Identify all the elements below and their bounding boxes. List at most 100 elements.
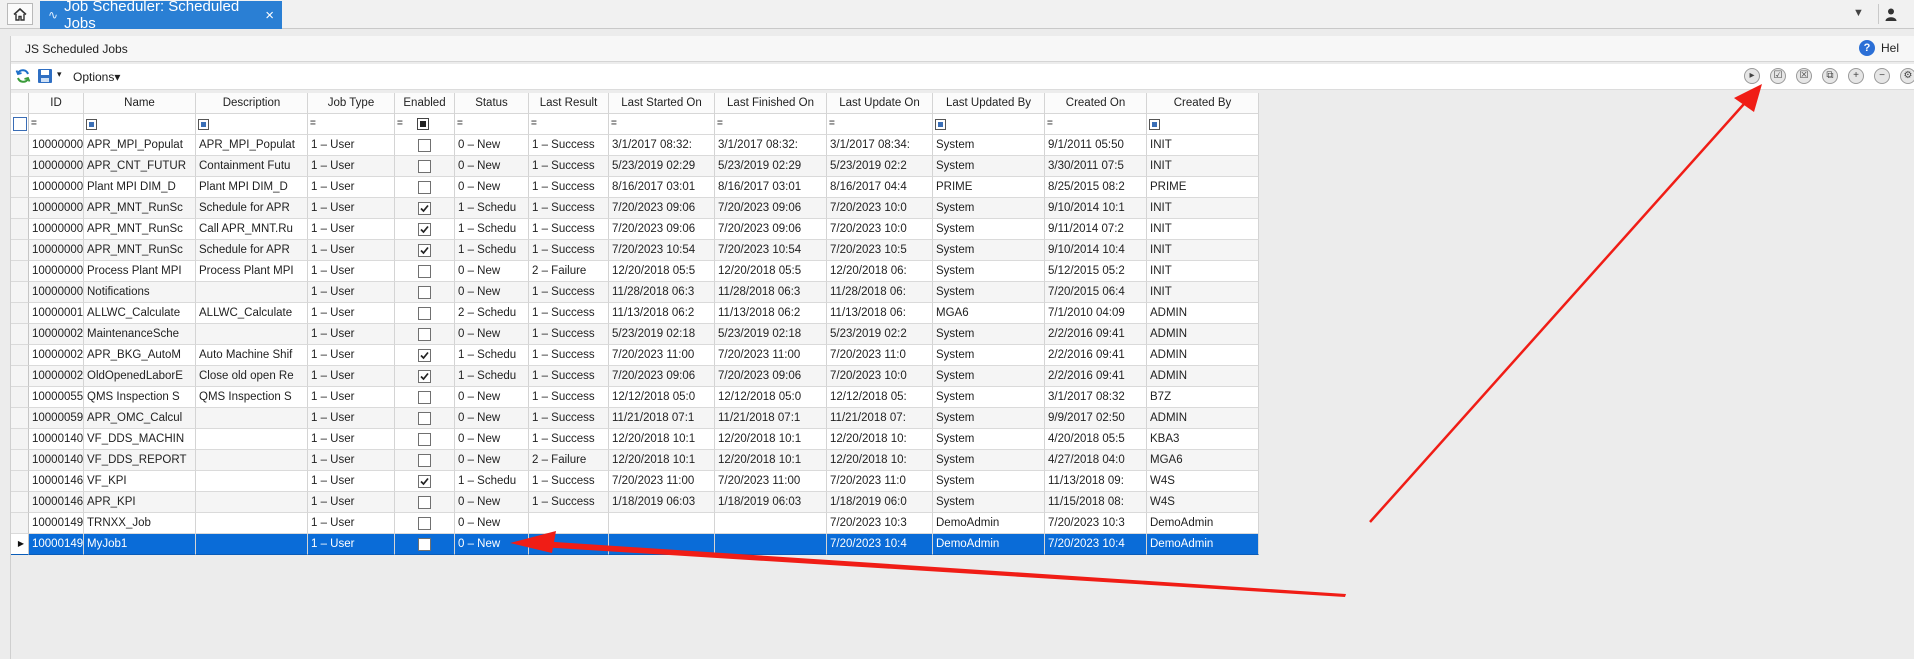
row-indicator[interactable] (11, 282, 29, 303)
table-row[interactable]: 10000000 APR_MPI_Populat APR_MPI_Populat 1 … (11, 135, 1259, 156)
cell-enabled[interactable] (395, 177, 455, 198)
table-row[interactable]: 10000002 MaintenanceSche 1 – User 0 – New 1 … (11, 324, 1259, 345)
save-dropdown-icon[interactable]: ▾ (57, 69, 62, 80)
cell-enabled[interactable] (395, 429, 455, 450)
checkbox-unchecked[interactable] (418, 453, 431, 467)
filter-operator-icon[interactable]: = (31, 114, 37, 134)
checkbox-checked[interactable] (418, 222, 431, 236)
close-icon[interactable]: × (265, 7, 274, 24)
checkbox-checked[interactable] (418, 201, 431, 215)
filter-operator-icon[interactable]: = (611, 114, 617, 134)
cell-enabled[interactable] (395, 534, 455, 555)
cell-enabled[interactable] (395, 240, 455, 261)
filter-status[interactable]: = (455, 114, 529, 135)
table-row[interactable]: 10000000 Notifications 1 – User 0 – New 1 – … (11, 282, 1259, 303)
table-row[interactable]: 10000149 TRNXX_Job 1 – User 0 – New 7/20/202… (11, 513, 1259, 534)
column-header-id[interactable]: ID (29, 93, 84, 114)
filter-operator-icon[interactable]: = (829, 114, 835, 134)
checkbox-unchecked[interactable] (418, 138, 431, 152)
enable-icon[interactable]: ☑ (1770, 68, 1786, 84)
row-indicator[interactable] (11, 240, 29, 261)
row-indicator[interactable] (11, 513, 29, 534)
checkbox-unchecked[interactable] (418, 432, 431, 446)
checkbox-unchecked[interactable] (418, 264, 431, 278)
filter-operator-icon[interactable]: = (717, 114, 723, 134)
checkbox-unchecked[interactable] (418, 537, 431, 551)
filter-lastupdate[interactable]: = (827, 114, 933, 135)
column-header-updatedby[interactable]: Last Updated By (933, 93, 1045, 114)
column-header-createdon[interactable]: Created On (1045, 93, 1147, 114)
checkbox-unchecked[interactable] (418, 306, 431, 320)
cell-enabled[interactable] (395, 492, 455, 513)
home-button[interactable] (7, 3, 33, 25)
row-indicator[interactable] (11, 219, 29, 240)
column-header-laststart[interactable]: Last Started On (609, 93, 715, 114)
table-row[interactable]: 10000146 VF_KPI 1 – User 1 – Schedu 1 – Succ… (11, 471, 1259, 492)
column-header-enabled[interactable]: Enabled (395, 93, 455, 114)
row-indicator[interactable] (11, 366, 29, 387)
column-header-lastresult[interactable]: Last Result (529, 93, 609, 114)
table-row[interactable]: 10000055 QMS Inspection S QMS Inspection S… (11, 387, 1259, 408)
disable-icon[interactable]: ☒ (1796, 68, 1812, 84)
cell-enabled[interactable] (395, 135, 455, 156)
table-row[interactable]: 10000000 APR_MNT_RunSc Schedule for APR 1 –… (11, 240, 1259, 261)
row-indicator[interactable] (11, 135, 29, 156)
cell-enabled[interactable] (395, 156, 455, 177)
checkbox-unchecked[interactable] (418, 390, 431, 404)
table-row[interactable]: 10000001 ALLWC_Calculate ALLWC_Calculate 1 … (11, 303, 1259, 324)
filter-operator-icon[interactable]: = (397, 114, 403, 134)
table-row[interactable]: 10000000 Plant MPI DIM_D Plant MPI DIM_D 1 … (11, 177, 1259, 198)
filter-createdby[interactable] (1147, 114, 1259, 135)
row-indicator[interactable] (11, 303, 29, 324)
options-menu[interactable]: Options▾ (73, 70, 120, 84)
row-indicator[interactable] (11, 324, 29, 345)
filter-operator-icon[interactable] (935, 118, 946, 130)
checkbox-unchecked[interactable] (418, 327, 431, 341)
filter-operator-icon[interactable]: = (531, 114, 537, 134)
column-header-createdby[interactable]: Created By (1147, 93, 1259, 114)
row-indicator[interactable] (11, 177, 29, 198)
row-indicator[interactable] (11, 429, 29, 450)
refresh-icon[interactable] (15, 68, 31, 84)
column-header-lastfinish[interactable]: Last Finished On (715, 93, 827, 114)
add-icon[interactable]: + (1848, 68, 1864, 84)
row-indicator[interactable]: ▶ (11, 534, 29, 555)
table-row[interactable]: 10000000 APR_CNT_FUTUR Containment Futu 1 –… (11, 156, 1259, 177)
table-row[interactable]: 10000000 APR_MNT_RunSc Call APR_MNT.Ru 1 – … (11, 219, 1259, 240)
checkbox-checked[interactable] (418, 474, 431, 488)
user-menu[interactable] (1878, 4, 1914, 24)
row-indicator[interactable] (11, 387, 29, 408)
filter-operator-icon[interactable] (86, 118, 97, 130)
filter-operator-icon[interactable] (198, 118, 209, 130)
filter-id[interactable]: = (29, 114, 84, 135)
tab-job-scheduler[interactable]: ∿ Job Scheduler: Scheduled Jobs × (40, 0, 282, 32)
cell-enabled[interactable] (395, 324, 455, 345)
table-row[interactable]: 10000002 OldOpenedLaborE Close old open Re… (11, 366, 1259, 387)
checkbox-unchecked[interactable] (418, 159, 431, 173)
row-indicator[interactable] (11, 492, 29, 513)
cell-enabled[interactable] (395, 387, 455, 408)
row-indicator[interactable] (11, 345, 29, 366)
copy-icon[interactable]: ⧉ (1822, 68, 1838, 84)
cell-enabled[interactable] (395, 408, 455, 429)
column-header-lastupdate[interactable]: Last Update On (827, 93, 933, 114)
filter-operator-icon[interactable]: = (310, 114, 316, 134)
checkbox-unchecked[interactable] (418, 180, 431, 194)
row-indicator[interactable] (11, 471, 29, 492)
checkbox-unchecked[interactable] (418, 516, 431, 530)
table-row[interactable]: 10000002 APR_BKG_AutoM Auto Machine Shif 1 … (11, 345, 1259, 366)
help-button[interactable]: ? Hel (1859, 40, 1899, 56)
cell-enabled[interactable] (395, 303, 455, 324)
filter-laststart[interactable]: = (609, 114, 715, 135)
column-header-description[interactable]: Description (196, 93, 308, 114)
filter-operator-icon[interactable]: = (457, 114, 463, 134)
filter-description[interactable] (196, 114, 308, 135)
tab-list-dropdown-icon[interactable]: ▼ (1853, 7, 1864, 19)
filter-checkbox-icon[interactable] (416, 118, 429, 130)
table-row[interactable]: 10000140 VF_DDS_REPORT 1 – User 0 – New 2 – … (11, 450, 1259, 471)
checkbox-unchecked[interactable] (418, 495, 431, 509)
column-header-status[interactable]: Status (455, 93, 529, 114)
checkbox-checked[interactable] (418, 348, 431, 362)
filter-operator-icon[interactable] (1149, 118, 1160, 130)
row-indicator[interactable] (11, 156, 29, 177)
